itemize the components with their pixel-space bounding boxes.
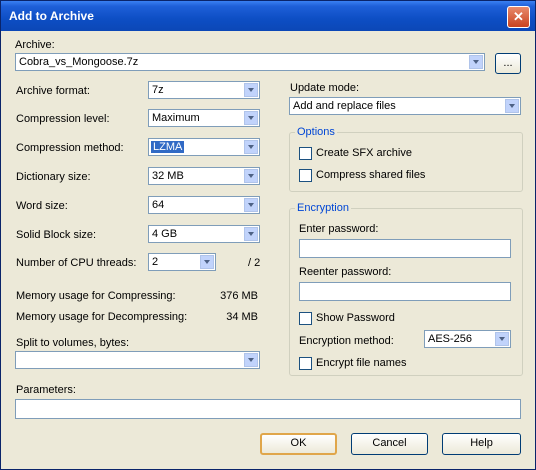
encryption-group: Encryption Enter password: Reenter passw…: [289, 202, 523, 376]
solid-block-size-label: Solid Block size:: [16, 229, 97, 241]
archive-label: Archive:: [15, 39, 55, 51]
memory-decompress-value: 34 MB: [226, 311, 258, 323]
encryption-legend: Encryption: [295, 202, 351, 214]
cpu-threads-value: 2: [152, 256, 159, 268]
word-size-value: 64: [152, 199, 165, 211]
memory-compress-value: 376 MB: [220, 290, 258, 302]
cpu-threads-combo[interactable]: 2: [148, 253, 216, 271]
split-volumes-label: Split to volumes, bytes:: [16, 337, 130, 349]
compression-level-combo[interactable]: Maximum: [148, 109, 260, 127]
options-group: Options Create SFX archive Compress shar…: [289, 126, 523, 192]
cpu-threads-label: Number of CPU threads:: [16, 257, 137, 269]
encrypt-file-names-label[interactable]: Encrypt file names: [316, 357, 406, 369]
chevron-down-icon[interactable]: [469, 55, 483, 69]
enter-password-input[interactable]: [299, 239, 511, 258]
chevron-down-icon[interactable]: [244, 140, 258, 154]
compression-level-label: Compression level:: [16, 113, 110, 125]
reenter-password-label: Reenter password:: [299, 266, 392, 278]
chevron-down-icon[interactable]: [244, 111, 258, 125]
browse-button[interactable]: ...: [495, 53, 521, 74]
solid-block-size-value: 4 GB: [152, 228, 178, 240]
parameters-input[interactable]: [15, 399, 521, 419]
archive-combo[interactable]: Cobra_vs_Mongoose.7z: [15, 53, 485, 71]
help-button[interactable]: Help: [442, 433, 521, 455]
split-volumes-combo[interactable]: [15, 351, 260, 369]
compress-shared-label[interactable]: Compress shared files: [316, 169, 425, 181]
dictionary-size-combo[interactable]: 32 MB: [148, 167, 260, 185]
dictionary-size-label: Dictionary size:: [16, 171, 91, 183]
chevron-down-icon[interactable]: [244, 353, 258, 367]
close-icon: ✕: [513, 9, 524, 24]
compression-method-label: Compression method:: [16, 142, 124, 154]
chevron-down-icon[interactable]: [244, 198, 258, 212]
chevron-down-icon[interactable]: [244, 227, 258, 241]
chevron-down-icon[interactable]: [244, 169, 258, 183]
solid-block-size-combo[interactable]: 4 GB: [148, 225, 260, 243]
compression-method-value: LZMA: [151, 141, 185, 153]
show-password-checkbox[interactable]: [299, 312, 312, 325]
dialog-body: Archive: Cobra_vs_Mongoose.7z ... Archiv…: [5, 31, 531, 465]
chevron-down-icon[interactable]: [200, 255, 214, 269]
update-mode-label: Update mode:: [290, 82, 360, 94]
compression-method-combo[interactable]: LZMA: [148, 138, 260, 156]
reenter-password-input[interactable]: [299, 282, 511, 301]
ok-button[interactable]: OK: [260, 433, 337, 455]
update-mode-combo[interactable]: Add and replace files: [289, 97, 521, 115]
chevron-down-icon[interactable]: [505, 99, 519, 113]
cpu-threads-max: / 2: [248, 257, 261, 269]
compress-shared-checkbox[interactable]: [299, 169, 312, 182]
create-sfx-checkbox[interactable]: [299, 147, 312, 160]
update-mode-value: Add and replace files: [293, 100, 396, 112]
parameters-label: Parameters:: [16, 384, 76, 396]
memory-decompress-label: Memory usage for Decompressing:: [16, 311, 188, 323]
chevron-down-icon[interactable]: [495, 332, 509, 346]
word-size-label: Word size:: [16, 200, 68, 212]
close-button[interactable]: ✕: [507, 6, 530, 28]
encryption-method-value: AES-256: [428, 333, 473, 345]
title-bar[interactable]: Add to Archive ✕: [1, 1, 535, 31]
cancel-button[interactable]: Cancel: [351, 433, 428, 455]
archive-value: Cobra_vs_Mongoose.7z: [19, 56, 139, 68]
chevron-down-icon[interactable]: [244, 83, 258, 97]
archive-format-combo[interactable]: 7z: [148, 81, 260, 99]
encryption-method-combo[interactable]: AES-256: [424, 330, 511, 348]
add-to-archive-dialog: Add to Archive ✕ Archive: Cobra_vs_Mongo…: [0, 0, 536, 470]
enter-password-label: Enter password:: [299, 223, 379, 235]
encrypt-file-names-checkbox[interactable]: [299, 357, 312, 370]
word-size-combo[interactable]: 64: [148, 196, 260, 214]
window-title: Add to Archive: [9, 9, 94, 23]
compression-level-value: Maximum: [152, 112, 200, 124]
memory-compress-label: Memory usage for Compressing:: [16, 290, 176, 302]
archive-format-label: Archive format:: [16, 85, 90, 97]
options-legend: Options: [295, 126, 337, 138]
archive-format-value: 7z: [152, 84, 164, 96]
dictionary-size-value: 32 MB: [152, 170, 184, 182]
encryption-method-label: Encryption method:: [299, 335, 394, 347]
show-password-label[interactable]: Show Password: [316, 312, 395, 324]
create-sfx-label[interactable]: Create SFX archive: [316, 147, 412, 159]
